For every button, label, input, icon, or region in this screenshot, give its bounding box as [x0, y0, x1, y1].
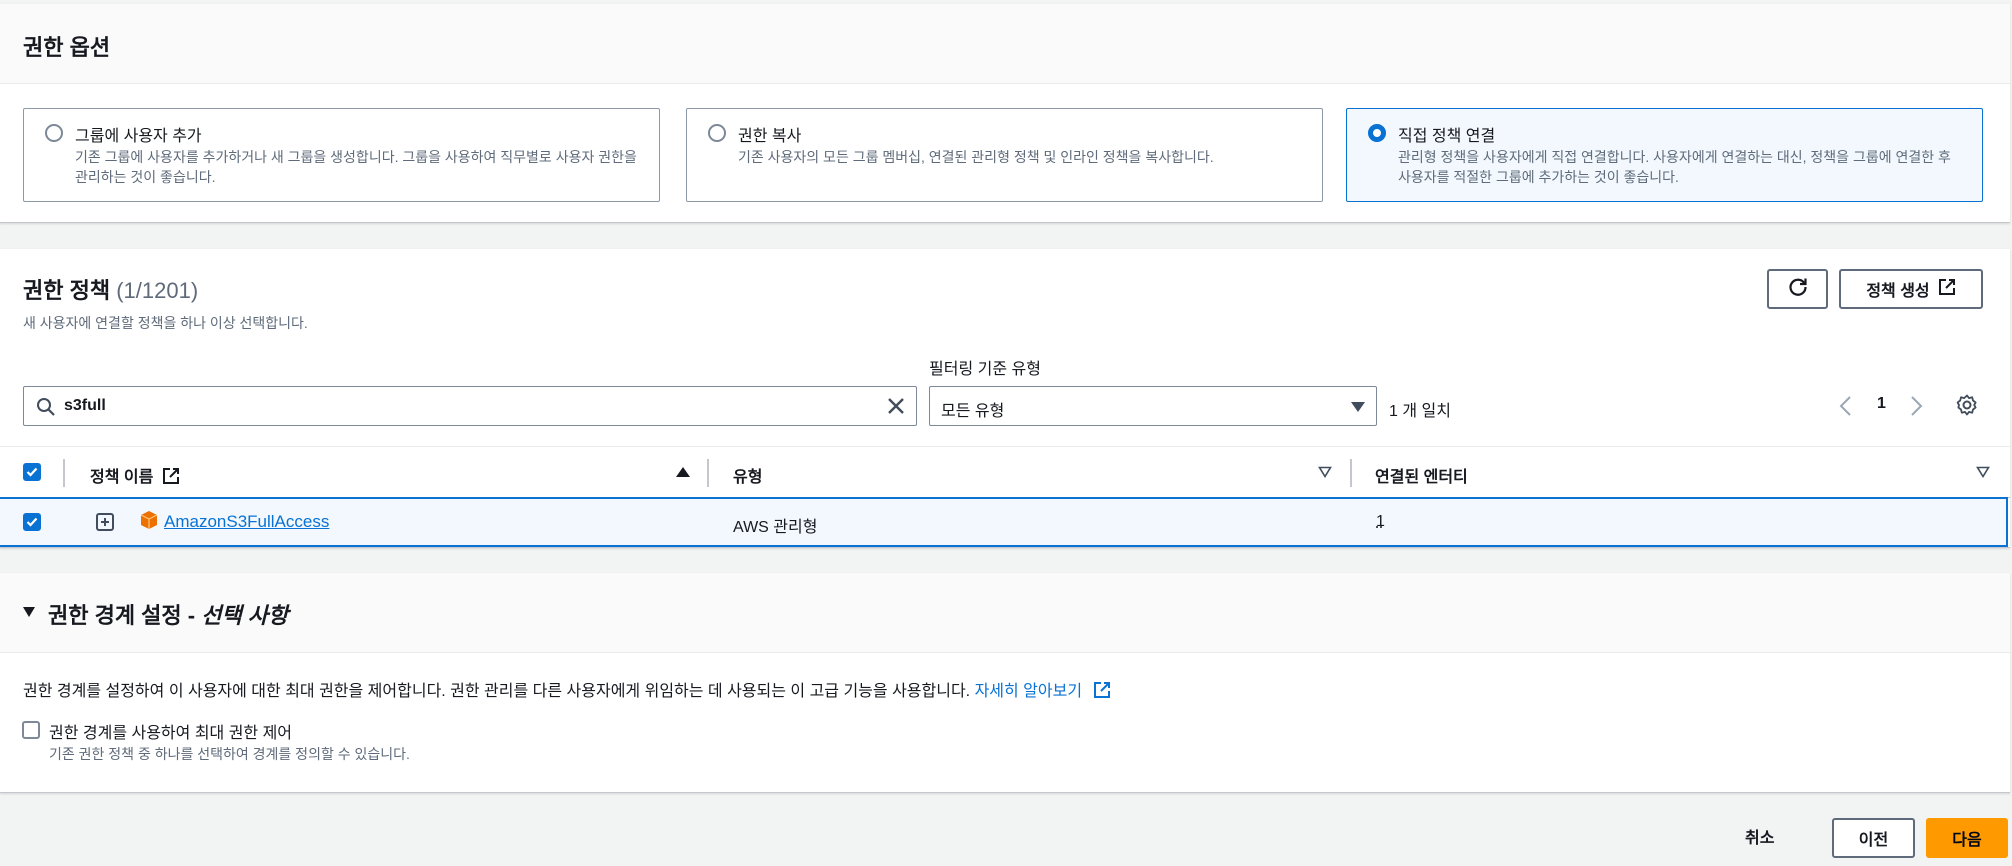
permission-options-title: 권한 옵션: [23, 35, 111, 60]
caret-down-icon: [1350, 400, 1366, 418]
next-page-icon[interactable]: [1907, 395, 1925, 422]
policies-count: (1/1201): [116, 278, 199, 303]
permission-options-panel: 권한 옵션 그룹에 사용자 추가 기존 그룹에 사용자를 추가하거나 새 그룹을…: [0, 4, 2010, 223]
permission-policies-panel: 권한 정책 (1/1201) 새 사용자에 연결할 정책을 하나 이상 선택합니…: [0, 249, 2010, 548]
column-divider[interactable]: [707, 459, 709, 487]
current-page[interactable]: 1: [1877, 395, 1886, 413]
next-button[interactable]: 다음: [1926, 818, 2008, 858]
option-copy-permissions[interactable]: 권한 복사 기존 사용자의 모든 그룹 멤버십, 연결된 관리형 정책 및 인라…: [686, 108, 1323, 202]
table-header: 정책 이름 유형 연결된 엔터티: [0, 446, 2010, 498]
boundary-title-optional: 선택 사항: [201, 603, 289, 628]
column-header-policy-name[interactable]: 정책 이름: [90, 463, 180, 490]
boundary-description-text: 권한 경계를 설정하여 이 사용자에 대한 최대 권한을 제어합니다. 권한 관…: [23, 683, 975, 700]
filter-type-label: 필터링 기준 유형: [929, 361, 1041, 378]
sort-icon[interactable]: [1976, 465, 1990, 483]
search-icon: [36, 397, 56, 422]
settings-gear-icon[interactable]: [1955, 393, 1979, 422]
column-header-label: 정책 이름: [90, 469, 154, 486]
external-link-icon: [1093, 681, 1111, 704]
option-label: 권한 복사: [738, 128, 802, 145]
refresh-icon: [1787, 276, 1809, 303]
create-policy-label: 정책 생성: [1866, 283, 1930, 300]
option-label: 직접 정책 연결: [1398, 128, 1496, 145]
radio-copy-permissions[interactable]: [708, 124, 726, 142]
option-description: 관리형 정책을 사용자에게 직접 연결합니다. 사용자에게 연결하는 대신, 정…: [1398, 149, 1951, 185]
boundary-description: 권한 경계를 설정하여 이 사용자에 대한 최대 권한을 제어합니다. 권한 관…: [23, 677, 1111, 704]
expand-icon[interactable]: [96, 513, 114, 536]
panel-header: 권한 옵션: [0, 4, 2010, 84]
radio-attach-policies-directly[interactable]: [1368, 124, 1386, 142]
column-header-type[interactable]: 유형: [733, 463, 762, 487]
select-all-checkbox[interactable]: [23, 463, 41, 481]
boundary-title-text: 권한 경계 설정 -: [48, 603, 202, 628]
policy-search-field[interactable]: [23, 386, 917, 426]
sort-ascending-icon[interactable]: [675, 465, 691, 483]
radio-add-to-group[interactable]: [45, 124, 63, 142]
option-label: 그룹에 사용자 추가: [75, 128, 202, 145]
row-checkbox[interactable]: [23, 513, 41, 531]
policy-name-link[interactable]: AmazonS3FullAccess: [164, 512, 329, 532]
boundary-header[interactable]: 권한 경계 설정 - 선택 사항: [0, 573, 2010, 653]
table-row[interactable]: AmazonS3FullAccess AWS 관리형 1: [0, 497, 2008, 547]
attached-entities-count[interactable]: 1: [1376, 513, 1385, 531]
previous-page-icon[interactable]: [1837, 395, 1855, 422]
column-divider[interactable]: [1350, 459, 1352, 487]
attached-entities-link[interactable]: 1: [1376, 513, 1385, 530]
column-header-attached-entities[interactable]: 연결된 엔터티: [1375, 463, 1468, 487]
option-attach-policies-directly[interactable]: 직접 정책 연결 관리형 정책을 사용자에게 직접 연결합니다. 사용자에게 연…: [1346, 108, 1983, 202]
external-link-icon: [1938, 278, 1956, 301]
use-boundary-checkbox[interactable]: [22, 721, 40, 739]
policies-title-text: 권한 정책: [23, 278, 111, 303]
filter-type-select[interactable]: 모든 유형: [929, 386, 1377, 426]
policy-type: AWS 관리형: [733, 519, 818, 536]
create-policy-button[interactable]: 정책 생성: [1839, 269, 1983, 309]
permission-boundary-panel: 권한 경계 설정 - 선택 사항 권한 경계를 설정하여 이 사용자에 대한 최…: [0, 573, 2010, 793]
learn-more-label: 자세히 알아보기: [974, 683, 1083, 700]
previous-button[interactable]: 이전: [1832, 818, 1915, 858]
aws-managed-policy-icon: [139, 510, 159, 535]
learn-more-link[interactable]: 자세히 알아보기: [974, 682, 1111, 700]
sort-icon[interactable]: [1318, 465, 1332, 483]
use-boundary-description: 기존 권한 정책 중 하나를 선택하여 경계를 정의할 수 있습니다.: [49, 746, 410, 762]
match-count: 1 개 일치: [1389, 403, 1451, 420]
option-add-to-group[interactable]: 그룹에 사용자 추가 기존 그룹에 사용자를 추가하거나 새 그룹을 생성합니다…: [23, 108, 660, 202]
boundary-title[interactable]: 권한 경계 설정 - 선택 사항: [48, 598, 288, 630]
refresh-button[interactable]: [1767, 269, 1828, 309]
use-boundary-label: 권한 경계를 사용하여 최대 권한 제어: [49, 725, 293, 742]
cancel-button[interactable]: 취소: [1745, 824, 1774, 848]
option-description: 기존 그룹에 사용자를 추가하거나 새 그룹을 생성합니다. 그룹을 사용하여 …: [75, 149, 637, 185]
external-link-icon: [162, 467, 180, 490]
column-divider: [63, 459, 65, 487]
filter-type-value: 모든 유형: [941, 403, 1005, 420]
clear-icon[interactable]: [885, 395, 907, 422]
search-input[interactable]: [64, 395, 844, 417]
policy-name[interactable]: AmazonS3FullAccess: [164, 512, 329, 531]
policies-title: 권한 정책 (1/1201): [23, 273, 198, 305]
caret-down-icon[interactable]: [22, 605, 36, 623]
option-description: 기존 사용자의 모든 그룹 멤버십, 연결된 관리형 정책 및 인라인 정책을 …: [738, 149, 1214, 165]
policies-subtitle: 새 사용자에 연결할 정책을 하나 이상 선택합니다.: [23, 315, 308, 331]
